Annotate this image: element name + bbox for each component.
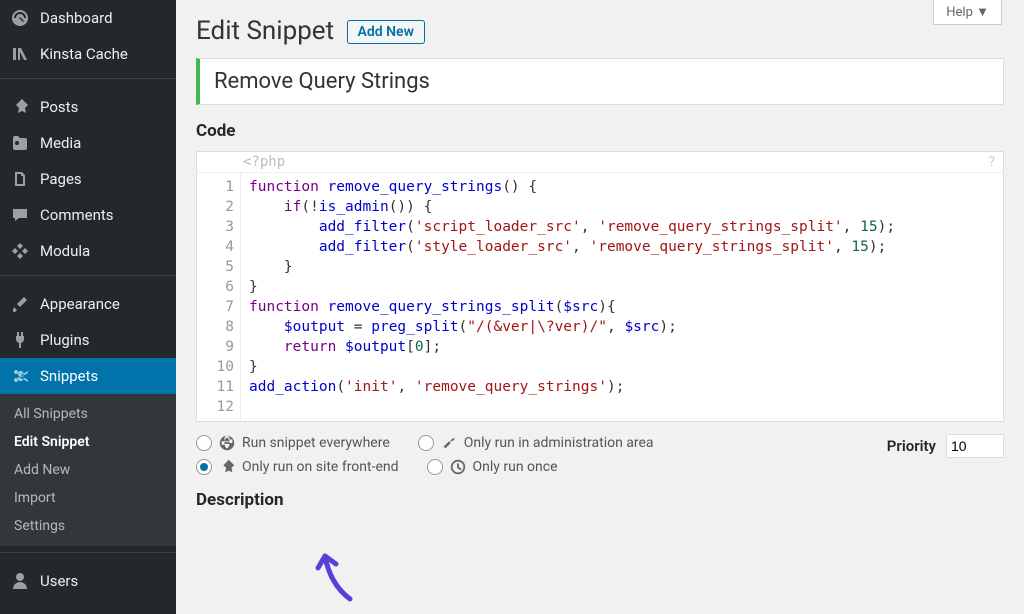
run-option-once[interactable]: Only run once: [427, 458, 558, 476]
sidebar-subitem[interactable]: All Snippets: [0, 400, 176, 428]
snippet-title-text: Remove Query Strings: [214, 69, 989, 94]
page-heading-text: Edit Snippet: [196, 16, 334, 46]
media-icon: [10, 133, 30, 153]
priority-label: Priority: [887, 437, 936, 455]
user-icon: [10, 571, 30, 591]
code-content[interactable]: function remove_query_strings() { if(!is…: [241, 173, 1003, 421]
code-editor[interactable]: <?php ? 123456789101112 function remove_…: [196, 151, 1004, 422]
pin-icon: [10, 97, 30, 117]
line-gutter: 123456789101112: [197, 173, 241, 421]
sidebar-item-pages[interactable]: Pages: [0, 161, 176, 197]
radio-icon: [418, 435, 434, 451]
add-new-button[interactable]: Add New: [347, 20, 425, 44]
snippet-title-field[interactable]: Remove Query Strings: [196, 58, 1004, 105]
sidebar-item-modula[interactable]: Modula: [0, 233, 176, 269]
dashboard-icon: [10, 8, 30, 28]
priority-input[interactable]: [946, 434, 1004, 458]
radio-icon: [196, 435, 212, 451]
sidebar-subitem[interactable]: Edit Snippet: [0, 428, 176, 456]
sidebar-item-appearance[interactable]: Appearance: [0, 286, 176, 322]
sidebar-item-dashboard[interactable]: Dashboard: [0, 0, 176, 36]
wrench-icon: [440, 434, 458, 452]
run-option-admin[interactable]: Only run in administration area: [418, 434, 654, 452]
modula-icon: [10, 241, 30, 261]
plug-icon: [10, 330, 30, 350]
sidebar-subitem[interactable]: Settings: [0, 512, 176, 540]
code-placeholder-tag: <?php: [197, 152, 1003, 173]
clock-icon: [449, 458, 467, 476]
globe-icon: [218, 434, 236, 452]
pages-icon: [10, 169, 30, 189]
sidebar-submenu: All SnippetsEdit SnippetAdd NewImportSet…: [0, 394, 176, 546]
brush-icon: [10, 294, 30, 314]
radio-icon: [427, 459, 443, 475]
sidebar-item-media[interactable]: Media: [0, 125, 176, 161]
run-option-frontend[interactable]: Only run on site front-end: [196, 458, 399, 476]
sidebar-item-snippets[interactable]: Snippets: [0, 358, 176, 394]
admin-sidebar: DashboardKinsta Cache PostsMediaPagesComm…: [0, 0, 176, 614]
sidebar-item-posts[interactable]: Posts: [0, 89, 176, 125]
help-tab[interactable]: Help ▼: [933, 0, 1002, 25]
run-scope-options: Run snippet everywhere Only run in admini…: [196, 434, 756, 476]
sidebar-item-comments[interactable]: Comments: [0, 197, 176, 233]
sidebar-subitem[interactable]: Add New: [0, 456, 176, 484]
pin-icon: [218, 458, 236, 476]
description-section-heading: Description: [196, 490, 1004, 510]
run-option-everywhere[interactable]: Run snippet everywhere: [196, 434, 390, 452]
sidebar-item-users[interactable]: Users: [0, 563, 176, 599]
scissors-icon: [10, 366, 30, 386]
code-section-heading: Code: [196, 121, 1004, 141]
comment-icon: [10, 205, 30, 225]
sidebar-item-kinsta[interactable]: Kinsta Cache: [0, 36, 176, 72]
code-help-icon[interactable]: ?: [988, 154, 995, 170]
sidebar-item-plugins[interactable]: Plugins: [0, 322, 176, 358]
radio-icon: [196, 459, 212, 475]
main-content: Help ▼ Edit Snippet Add New Remove Query…: [176, 0, 1024, 614]
page-title: Edit Snippet Add New: [196, 16, 1004, 46]
sidebar-subitem[interactable]: Import: [0, 484, 176, 512]
kinsta-icon: [10, 44, 30, 64]
